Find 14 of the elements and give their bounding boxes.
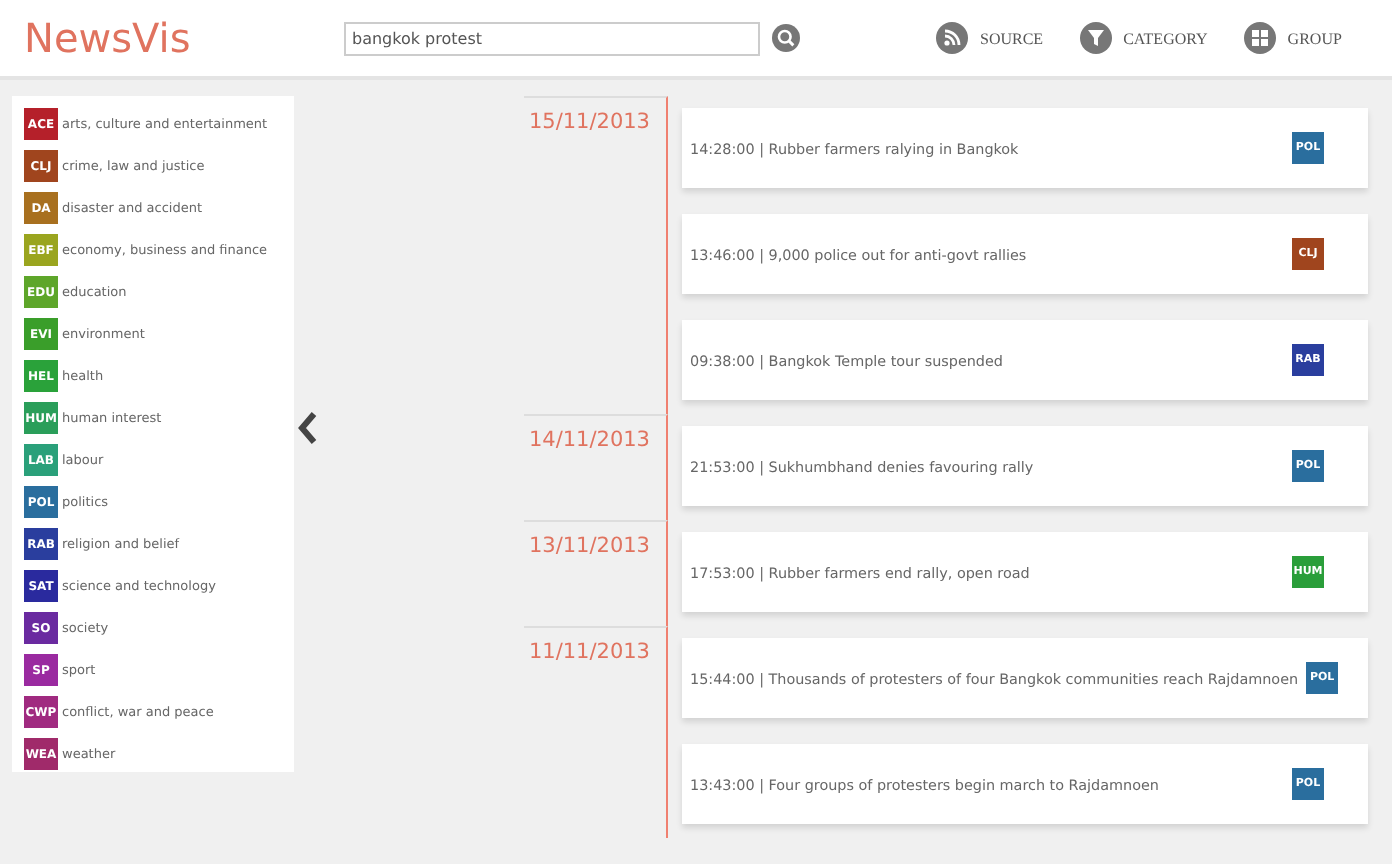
funnel-icon (1079, 22, 1112, 54)
nav-button[interactable]: GROUP (1243, 22, 1342, 54)
grid-icon (1243, 22, 1276, 54)
date-label: 15/11/2013 (524, 96, 668, 414)
rss-icon (936, 22, 968, 54)
date-label: 14/11/2013 (524, 414, 668, 520)
app-logo: NewsVis (24, 14, 193, 62)
nav-button[interactable]: CATEGORY (1079, 22, 1208, 54)
search-icon[interactable] (772, 24, 800, 52)
nav-button[interactable]: SOURCE (936, 22, 1044, 54)
date-label: 13/11/2013 (524, 520, 668, 626)
search-field[interactable]: bangkok protest (344, 21, 760, 55)
date-label: 11/11/2013 (524, 626, 668, 838)
collapse-icon[interactable] (298, 410, 318, 446)
